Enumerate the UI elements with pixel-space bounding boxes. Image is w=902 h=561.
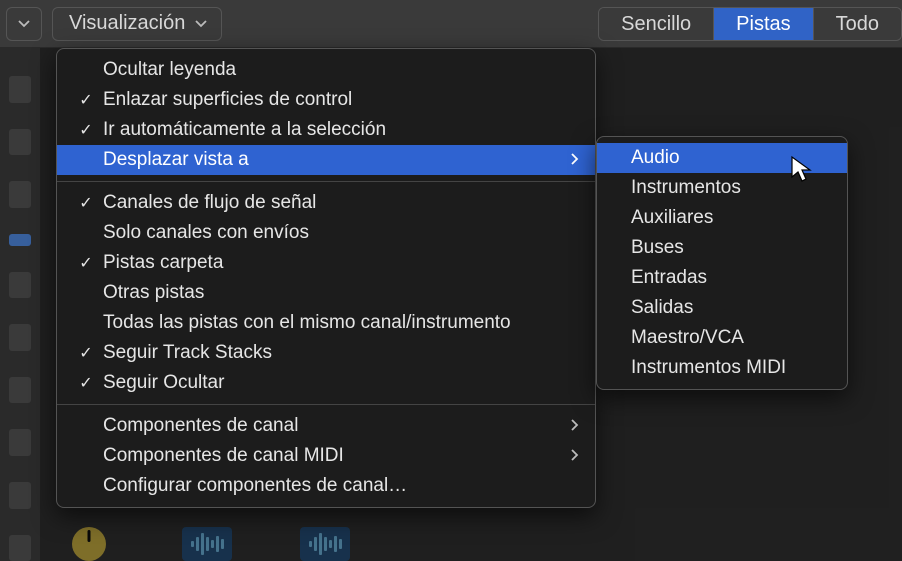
view-mode-tracks[interactable]: Pistas xyxy=(714,8,813,40)
sidebar-rail xyxy=(0,48,40,561)
menu-group: ✓Canales de flujo de señalSolo canales c… xyxy=(57,188,595,398)
submenu-item[interactable]: Instrumentos xyxy=(597,173,847,203)
checkmark-icon: ✓ xyxy=(75,343,97,363)
menu-item-label: Componentes de canal MIDI xyxy=(97,445,344,467)
submenu-item-label: Audio xyxy=(631,147,680,169)
rail-slot[interactable] xyxy=(9,181,31,208)
submenu-item-label: Maestro/VCA xyxy=(631,327,744,349)
menu-item[interactable]: ✓Pistas carpeta xyxy=(57,248,595,278)
submenu-item-label: Instrumentos xyxy=(631,177,741,199)
menu-group: Ocultar leyenda✓Enlazar superficies de c… xyxy=(57,55,595,175)
menu-item-label: Configurar componentes de canal… xyxy=(97,475,407,497)
submenu-item[interactable]: Buses xyxy=(597,233,847,263)
menu-item[interactable]: ✓Canales de flujo de señal xyxy=(57,188,595,218)
submenu-item[interactable]: Audio xyxy=(597,143,847,173)
collapse-button[interactable] xyxy=(6,7,42,41)
rail-slot[interactable] xyxy=(9,324,31,351)
rail-slot[interactable] xyxy=(9,76,31,103)
menu-item[interactable]: ✓Seguir Ocultar xyxy=(57,368,595,398)
menu-item-label: Ir automáticamente a la selección xyxy=(97,119,386,141)
menu-item[interactable]: Otras pistas xyxy=(57,278,595,308)
menu-item[interactable]: Componentes de canal xyxy=(57,411,595,441)
checkmark-icon: ✓ xyxy=(75,253,97,273)
menu-item[interactable]: Ocultar leyenda xyxy=(57,55,595,85)
checkmark-icon: ✓ xyxy=(75,90,97,110)
checkmark-icon: ✓ xyxy=(75,193,97,213)
rail-slot[interactable] xyxy=(9,482,31,509)
menu-item[interactable]: Configurar componentes de canal… xyxy=(57,471,595,501)
visualization-menu-button[interactable]: Visualización xyxy=(52,7,222,41)
scroll-to-submenu: Audio Instrumentos Auxiliares Buses Entradas… xyxy=(596,136,848,390)
menu-item[interactable]: ✓Ir automáticamente a la selección xyxy=(57,115,595,145)
rail-slot[interactable] xyxy=(9,429,31,456)
chevron-right-icon xyxy=(571,149,579,171)
menu-separator xyxy=(57,181,595,182)
menu-item-label: Componentes de canal xyxy=(97,415,298,437)
menu-item[interactable]: ✓Enlazar superficies de control xyxy=(57,85,595,115)
menu-item[interactable]: Solo canales con envíos xyxy=(57,218,595,248)
menu-item[interactable]: Componentes de canal MIDI xyxy=(57,441,595,471)
view-mode-simple[interactable]: Sencillo xyxy=(599,8,714,40)
menu-item-label: Seguir Track Stacks xyxy=(97,342,272,364)
submenu-item-label: Salidas xyxy=(631,297,693,319)
submenu-item[interactable]: Instrumentos MIDI xyxy=(597,353,847,383)
rail-chip[interactable] xyxy=(9,234,31,246)
menu-item-label: Todas las pistas con el mismo canal/inst… xyxy=(97,312,511,334)
submenu-item[interactable]: Auxiliares xyxy=(597,203,847,233)
submenu-item-label: Entradas xyxy=(631,267,707,289)
menu-item-label: Desplazar vista a xyxy=(97,149,249,171)
menu-item-label: Otras pistas xyxy=(97,282,204,304)
submenu-item[interactable]: Entradas xyxy=(597,263,847,293)
rail-slot[interactable] xyxy=(9,272,31,299)
menu-item[interactable]: ✓Seguir Track Stacks xyxy=(57,338,595,368)
submenu-item[interactable]: Maestro/VCA xyxy=(597,323,847,353)
chevron-down-icon xyxy=(195,20,207,28)
checkmark-icon: ✓ xyxy=(75,373,97,393)
rail-slot[interactable] xyxy=(9,535,31,561)
visualization-menu-label: Visualización xyxy=(69,12,185,35)
menu-item-label: Seguir Ocultar xyxy=(97,372,224,394)
chevron-right-icon xyxy=(571,415,579,437)
menu-item-label: Pistas carpeta xyxy=(97,252,223,274)
rail-slot[interactable] xyxy=(9,377,31,404)
menu-item-label: Canales de flujo de señal xyxy=(97,192,316,214)
menu-item[interactable]: Desplazar vista a xyxy=(57,145,595,175)
menu-group: Componentes de canal Componentes de canal… xyxy=(57,411,595,501)
submenu-item-label: Auxiliares xyxy=(631,207,713,229)
submenu-item-label: Buses xyxy=(631,237,684,259)
checkmark-icon: ✓ xyxy=(75,120,97,140)
menu-item[interactable]: Todas las pistas con el mismo canal/inst… xyxy=(57,308,595,338)
view-mode-segmented: Sencillo Pistas Todo xyxy=(598,7,902,41)
menu-item-label: Solo canales con envíos xyxy=(97,222,309,244)
submenu-item[interactable]: Salidas xyxy=(597,293,847,323)
chevron-right-icon xyxy=(571,445,579,467)
view-mode-all[interactable]: Todo xyxy=(814,8,901,40)
menu-item-label: Ocultar leyenda xyxy=(97,59,236,81)
menu-item-label: Enlazar superficies de control xyxy=(97,89,352,111)
submenu-item-label: Instrumentos MIDI xyxy=(631,357,786,379)
toolbar: Visualización Sencillo Pistas Todo xyxy=(0,0,902,48)
visualization-dropdown: Ocultar leyenda✓Enlazar superficies de c… xyxy=(56,48,596,508)
menu-separator xyxy=(57,404,595,405)
rail-slot[interactable] xyxy=(9,129,31,156)
